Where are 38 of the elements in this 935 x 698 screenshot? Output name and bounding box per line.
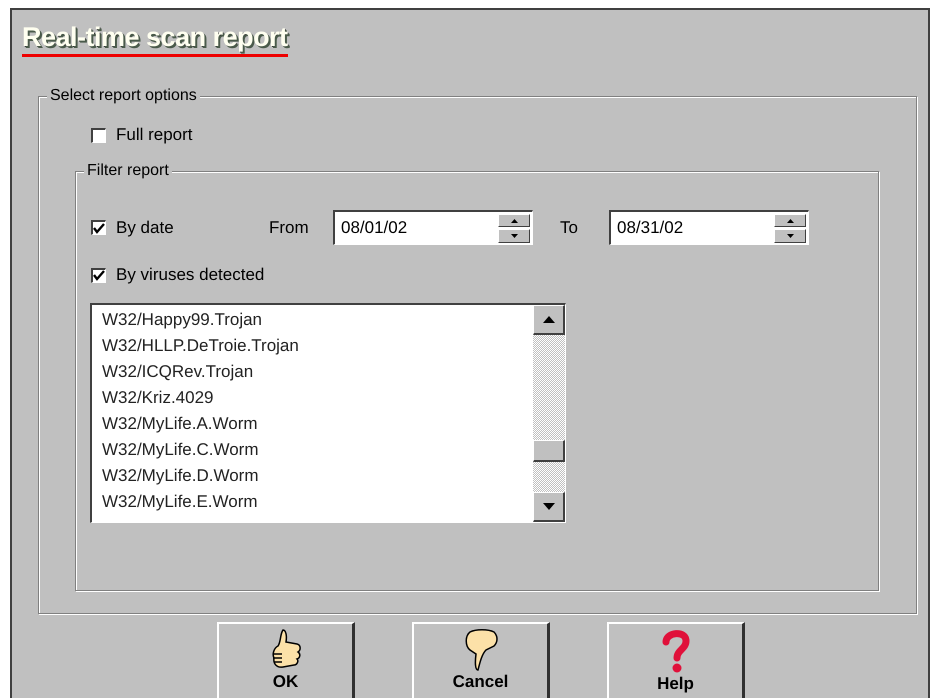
checkbox[interactable] xyxy=(91,128,106,143)
virus-list-item[interactable]: W32/HLLP.DeTroie.Trojan xyxy=(102,333,533,360)
virus-list-item[interactable]: W32/MyLife.C.Worm xyxy=(102,437,533,464)
virus-list-item[interactable]: W32/MyLife.E.Worm xyxy=(102,489,533,516)
spin-buttons[interactable] xyxy=(774,214,806,243)
dialog-title: Real-time scan report xyxy=(22,22,288,57)
checkbox-label: Full report xyxy=(116,125,193,146)
group-label: Select report options xyxy=(47,87,200,106)
date-value: 08/01/02 xyxy=(340,218,408,238)
checkbox[interactable] xyxy=(91,268,106,283)
down-arrow-icon xyxy=(510,234,518,238)
checkbox-label: By viruses detected xyxy=(116,265,264,286)
to-label: To xyxy=(560,218,579,238)
group-label: Filter report xyxy=(84,162,172,180)
virus-list-item[interactable]: W32/MyLife.D.Worm xyxy=(102,463,533,490)
virus-list-item[interactable]: W32/ICQRev.Trojan xyxy=(102,359,533,386)
date-value: 08/31/02 xyxy=(616,218,684,238)
virus-list-item[interactable]: W32/Kriz.4029 xyxy=(102,385,533,412)
ok-button[interactable]: OK xyxy=(217,622,355,698)
from-label: From xyxy=(269,218,310,238)
scrollbar[interactable] xyxy=(533,305,565,522)
cancel-button[interactable]: Cancel xyxy=(412,622,550,698)
question-mark-icon xyxy=(660,628,692,674)
date-field[interactable]: 08/31/02 xyxy=(609,210,809,246)
help-button[interactable]: Help xyxy=(607,622,745,698)
scroll-thumb[interactable] xyxy=(533,440,565,462)
checkbox[interactable] xyxy=(91,220,106,236)
date-field[interactable]: 08/01/02 xyxy=(333,210,533,246)
down-arrow-icon xyxy=(786,234,794,238)
up-arrow-icon xyxy=(786,218,794,223)
virus-list-item[interactable]: W32/MyLife.A.Worm xyxy=(102,411,533,438)
virus-list[interactable]: W32/Happy99.Trojan W32/HLLP.DeTroie.Trojan W32/ICQRev.Trojan W32/Kriz.4029 W32/MyLife.A.Worm W32/MyLife.C.Worm W32/MyLife.D.Worm W32/MyLife.E.Worm xyxy=(90,303,566,524)
up-arrow-icon xyxy=(510,218,518,223)
checkbox-label: By date xyxy=(116,218,175,238)
down-arrow-icon xyxy=(542,503,554,510)
spin-buttons[interactable] xyxy=(498,214,530,243)
up-arrow-icon xyxy=(542,316,554,324)
virus-list-item[interactable]: W32/Happy99.Trojan xyxy=(102,307,533,334)
